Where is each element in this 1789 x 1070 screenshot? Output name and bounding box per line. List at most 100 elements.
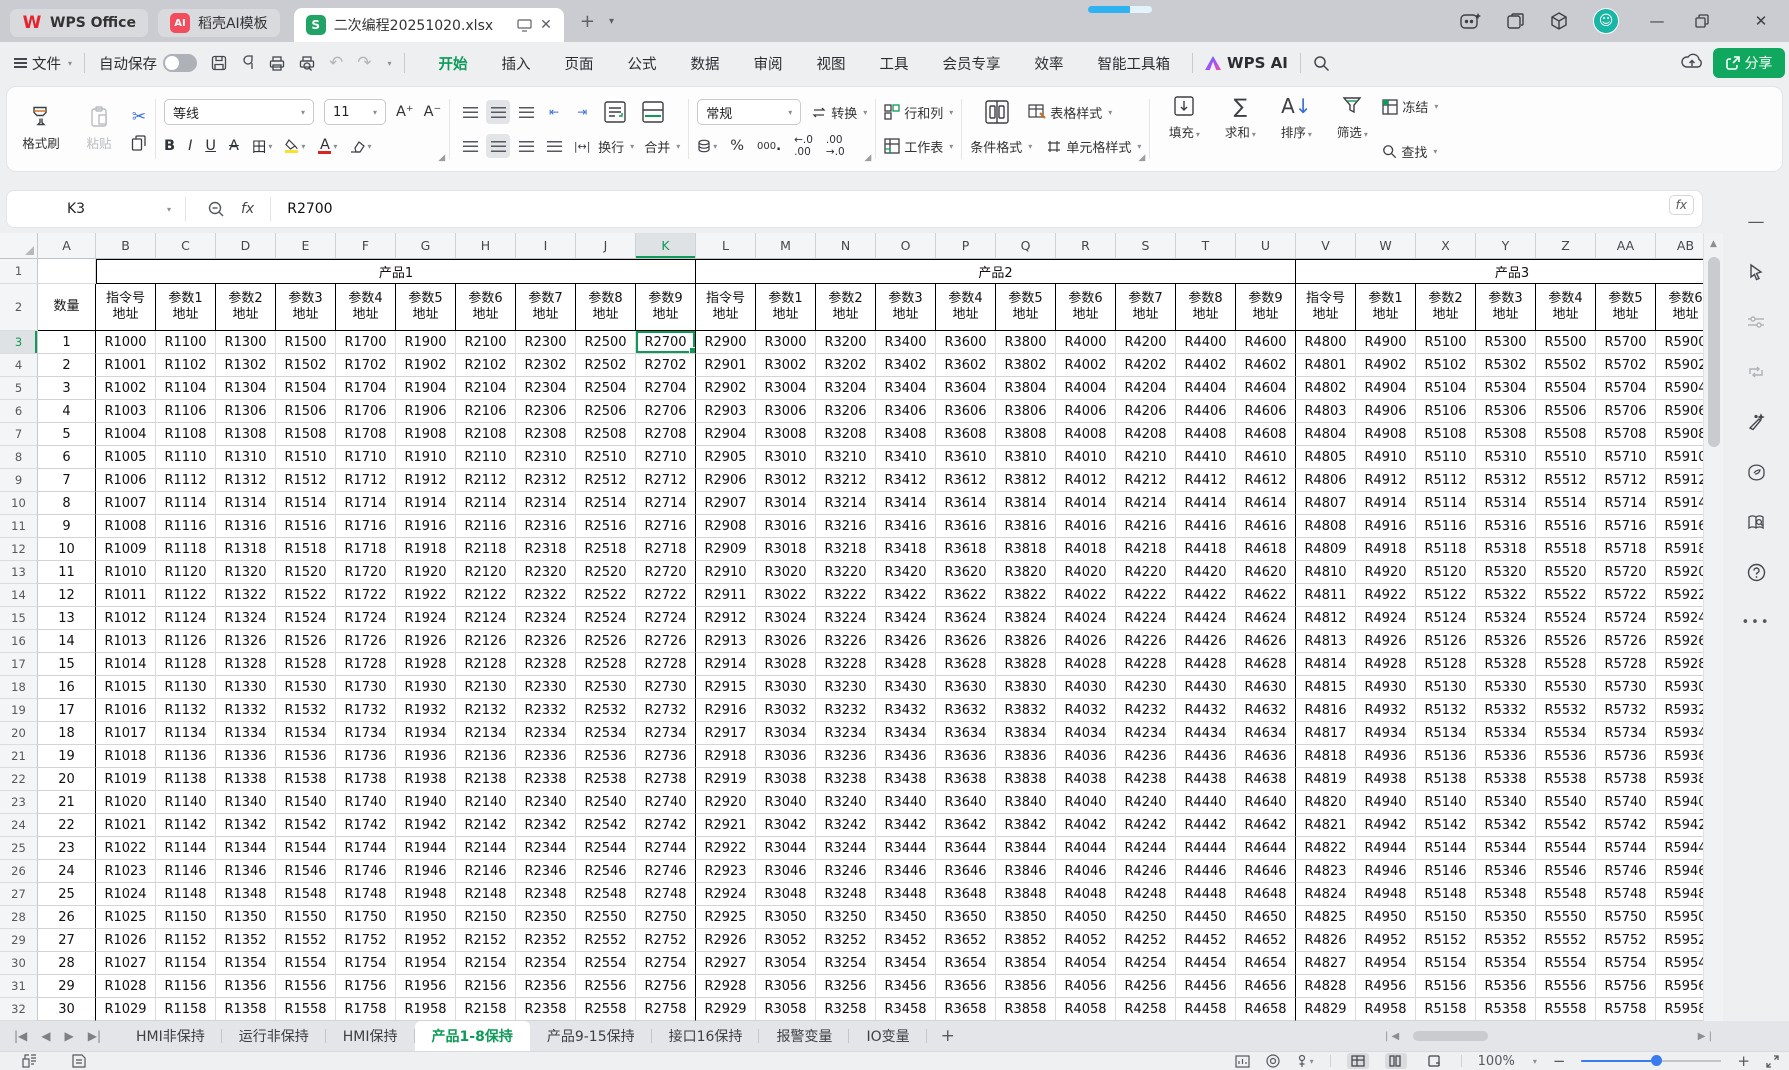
cell-L7[interactable]: R2904	[696, 423, 756, 446]
sub-header-25[interactable]: 参数4地址	[1536, 284, 1596, 331]
cell-Q30[interactable]: R3854	[996, 952, 1056, 975]
cell-C18[interactable]: R1130	[156, 676, 216, 699]
cell-O14[interactable]: R3422	[876, 584, 936, 607]
file-menu[interactable]: 文件 ▾	[14, 53, 72, 74]
cell-P10[interactable]: R3614	[936, 492, 996, 515]
cell-E26[interactable]: R1546	[276, 860, 336, 883]
smart-beautify-icon[interactable]	[1744, 410, 1768, 434]
cell-A16[interactable]: 14	[38, 630, 96, 653]
cell-S3[interactable]: R4200	[1116, 331, 1176, 354]
name-box[interactable]: K3 ▾	[7, 201, 185, 217]
wrap-text-icon[interactable]	[598, 97, 632, 127]
cell-G29[interactable]: R1952	[396, 929, 456, 952]
cell-E11[interactable]: R1516	[276, 515, 336, 538]
cell-M24[interactable]: R3042	[756, 814, 816, 837]
cell-C23[interactable]: R1140	[156, 791, 216, 814]
cell-AB15[interactable]: R5924	[1656, 607, 1703, 630]
cell-Q20[interactable]: R3834	[996, 722, 1056, 745]
cell-AA4[interactable]: R5702	[1596, 354, 1656, 377]
cell-W23[interactable]: R4940	[1356, 791, 1416, 814]
cell-X3[interactable]: R5100	[1416, 331, 1476, 354]
cell-U22[interactable]: R4638	[1236, 768, 1296, 791]
italic-button[interactable]: I	[188, 138, 192, 154]
cell-B29[interactable]: R1026	[96, 929, 156, 952]
cell-X5[interactable]: R5104	[1416, 377, 1476, 400]
cell-O5[interactable]: R3404	[876, 377, 936, 400]
sheet-tab-报警变量[interactable]: 报警变量	[759, 1021, 849, 1051]
qty-header[interactable]: 数量	[38, 284, 96, 331]
sub-header-8[interactable]: 参数7地址	[516, 284, 576, 331]
cell-I25[interactable]: R2344	[516, 837, 576, 860]
font-size-select[interactable]: 11▾	[324, 99, 386, 125]
cell-C25[interactable]: R1144	[156, 837, 216, 860]
cell-N32[interactable]: R3258	[816, 998, 876, 1021]
cell-K8[interactable]: R2710	[636, 446, 696, 469]
cell-R32[interactable]: R4058	[1056, 998, 1116, 1021]
cell-I30[interactable]: R2354	[516, 952, 576, 975]
save-icon[interactable]	[211, 55, 227, 71]
cell-K11[interactable]: R2716	[636, 515, 696, 538]
cell-Y24[interactable]: R5342	[1476, 814, 1536, 837]
cell-P28[interactable]: R3650	[936, 906, 996, 929]
cell-Z29[interactable]: R5552	[1536, 929, 1596, 952]
cell-T17[interactable]: R4428	[1176, 653, 1236, 676]
record-icon[interactable]	[1266, 1054, 1280, 1068]
cell-W5[interactable]: R4904	[1356, 377, 1416, 400]
paste-button[interactable]: 粘贴	[73, 106, 125, 152]
cell-G24[interactable]: R1942	[396, 814, 456, 837]
cell-AA26[interactable]: R5746	[1596, 860, 1656, 883]
cell-N20[interactable]: R3234	[816, 722, 876, 745]
row-header-23[interactable]: 23	[0, 791, 38, 814]
cell-X29[interactable]: R5152	[1416, 929, 1476, 952]
cell-J11[interactable]: R2516	[576, 515, 636, 538]
cell-Z19[interactable]: R5532	[1536, 699, 1596, 722]
cell-A10[interactable]: 8	[38, 492, 96, 515]
cell-AB32[interactable]: R5958	[1656, 998, 1703, 1021]
sub-header-23[interactable]: 参数2地址	[1416, 284, 1476, 331]
cell-R15[interactable]: R4024	[1056, 607, 1116, 630]
cell-K22[interactable]: R2738	[636, 768, 696, 791]
cell-D3[interactable]: R1300	[216, 331, 276, 354]
column-header-F[interactable]: F	[336, 233, 396, 259]
cell-S15[interactable]: R4224	[1116, 607, 1176, 630]
cell-E24[interactable]: R1542	[276, 814, 336, 837]
cell-L6[interactable]: R2903	[696, 400, 756, 423]
cell-N14[interactable]: R3222	[816, 584, 876, 607]
cell-J31[interactable]: R2556	[576, 975, 636, 998]
app-center-cube-icon[interactable]	[1549, 11, 1569, 31]
cell-W24[interactable]: R4942	[1356, 814, 1416, 837]
cell-X28[interactable]: R5150	[1416, 906, 1476, 929]
cell-A18[interactable]: 16	[38, 676, 96, 699]
cell-L20[interactable]: R2917	[696, 722, 756, 745]
cell-D26[interactable]: R1346	[216, 860, 276, 883]
cell-G32[interactable]: R1958	[396, 998, 456, 1021]
cell-T25[interactable]: R4444	[1176, 837, 1236, 860]
scroll-up-icon[interactable]: ▲	[1704, 233, 1723, 249]
cell-V16[interactable]: R4813	[1296, 630, 1356, 653]
cell-R23[interactable]: R4040	[1056, 791, 1116, 814]
home-tab-wps-office[interactable]: W WPS Office	[10, 9, 148, 37]
cell-A30[interactable]: 28	[38, 952, 96, 975]
cell-D13[interactable]: R1320	[216, 561, 276, 584]
bold-button[interactable]: B	[164, 138, 175, 154]
share-button[interactable]: 分享	[1713, 48, 1785, 78]
cell-D7[interactable]: R1308	[216, 423, 276, 446]
cell-B19[interactable]: R1016	[96, 699, 156, 722]
cell-S16[interactable]: R4226	[1116, 630, 1176, 653]
cell-D15[interactable]: R1324	[216, 607, 276, 630]
sub-header-21[interactable]: 指令号地址	[1296, 284, 1356, 331]
column-header-AA[interactable]: AA	[1596, 233, 1656, 259]
cell-C20[interactable]: R1134	[156, 722, 216, 745]
cell-L16[interactable]: R2913	[696, 630, 756, 653]
cell-E31[interactable]: R1556	[276, 975, 336, 998]
cell-G19[interactable]: R1932	[396, 699, 456, 722]
cell-W31[interactable]: R4956	[1356, 975, 1416, 998]
group-header-产品3[interactable]: 产品3	[1296, 259, 1703, 284]
cell-N16[interactable]: R3226	[816, 630, 876, 653]
cell-M19[interactable]: R3032	[756, 699, 816, 722]
cell-C13[interactable]: R1120	[156, 561, 216, 584]
cell-E17[interactable]: R1528	[276, 653, 336, 676]
cell-Z8[interactable]: R5510	[1536, 446, 1596, 469]
row-header-1[interactable]: 1	[0, 259, 38, 284]
cell-Y9[interactable]: R5312	[1476, 469, 1536, 492]
